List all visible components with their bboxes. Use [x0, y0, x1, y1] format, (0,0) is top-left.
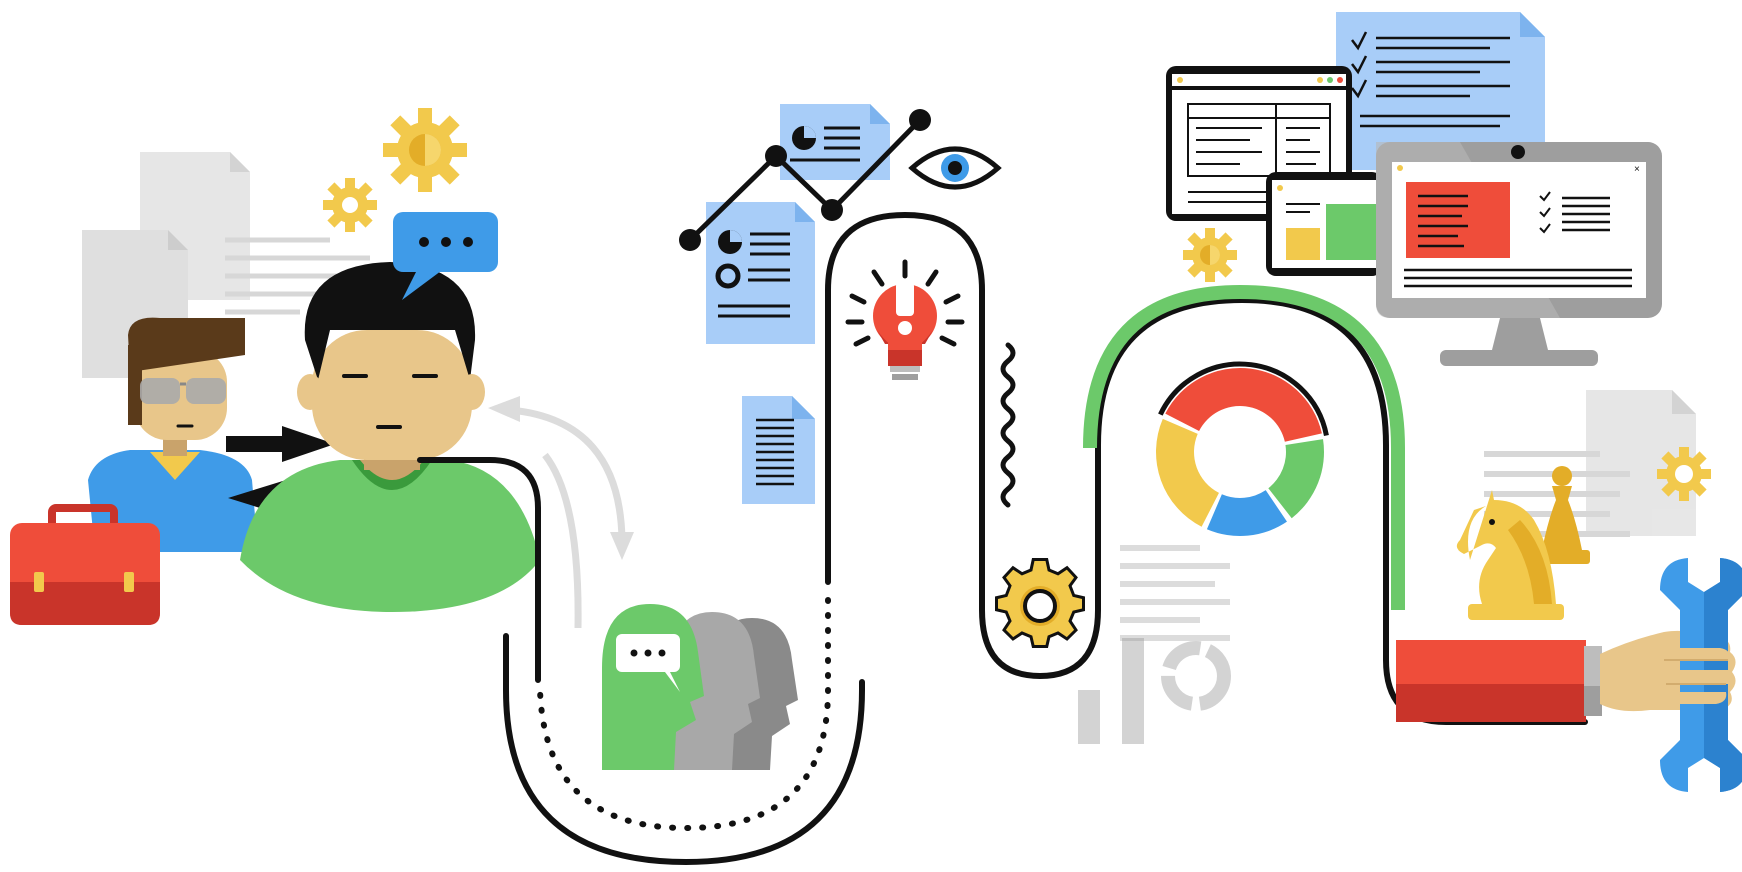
gear-icon [1657, 447, 1711, 501]
donut-chart-icon [1156, 361, 1329, 536]
donut-segment [1268, 439, 1324, 519]
briefcase-icon [10, 504, 160, 625]
chess-icon [1456, 466, 1590, 620]
tablet-icon [1266, 172, 1382, 276]
arrow-head [610, 532, 634, 560]
document-icon [742, 396, 815, 504]
gear-icon [383, 108, 467, 192]
hand-wrench-icon [1396, 558, 1742, 792]
gear-icon [323, 178, 377, 232]
donut-segment [1206, 490, 1287, 536]
squiggle-line [1000, 342, 1016, 508]
gear-icon [1183, 228, 1237, 282]
donut-segment [1156, 418, 1219, 527]
arrow-head [488, 396, 520, 422]
eye-icon [908, 146, 1002, 190]
bar-chart-icon [1078, 638, 1231, 744]
gear-icon [995, 558, 1085, 648]
monitor-icon: × [1376, 142, 1662, 366]
document-icon [706, 202, 815, 344]
heads-icon [602, 604, 798, 770]
svg-text:×: × [1634, 164, 1640, 175]
cycle-arrows-icon [509, 406, 626, 629]
illustration-canvas: × [0, 0, 1742, 872]
process-illustration: × [10, 12, 1742, 866]
lightbulb-icon [845, 259, 965, 380]
document-lines [1120, 545, 1230, 641]
